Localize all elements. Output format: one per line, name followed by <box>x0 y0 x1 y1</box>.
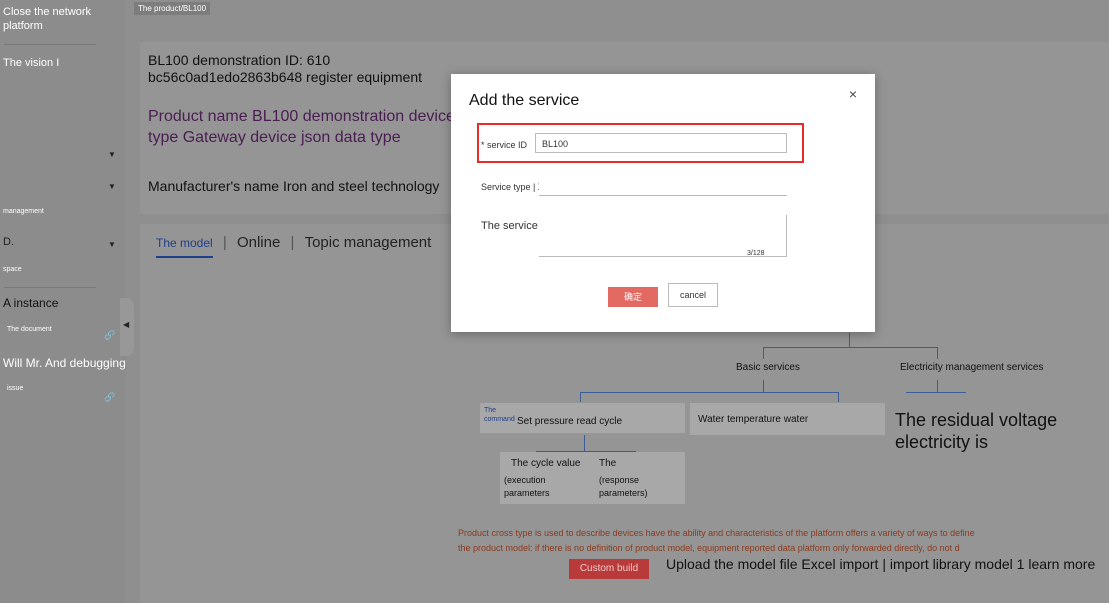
tree-connector <box>763 347 764 359</box>
command-tag: The command <box>484 407 515 423</box>
highlight-annotation <box>477 123 804 163</box>
tree-connector <box>838 392 839 402</box>
tab-online[interactable]: Online <box>237 234 280 251</box>
tab-separator: | <box>290 234 295 251</box>
manufacturer-name: Manufacturer's name Iron and steel techn… <box>148 178 440 194</box>
tree-connector <box>584 435 585 451</box>
confirm-button[interactable]: 确定 <box>608 287 658 307</box>
tree-connector <box>580 392 581 402</box>
tree-connector <box>849 333 850 347</box>
tab-bar: The model | Online | Topic management <box>156 234 437 258</box>
tree-connector <box>906 392 966 393</box>
node-electricity-services[interactable]: Electricity management services <box>900 362 1043 373</box>
sidebar: Close the network platform The vision I … <box>0 0 126 603</box>
model-description-note: Product cross type is used to describe d… <box>458 526 1109 556</box>
node-residual-voltage[interactable]: The residual voltage electricity is <box>895 409 1095 453</box>
tree-connector <box>763 347 938 348</box>
tree-connector <box>763 380 764 392</box>
custom-build-button[interactable]: Custom build <box>569 559 649 579</box>
upload-actions[interactable]: Upload the model file Excel import | imp… <box>666 556 1106 573</box>
sidebar-item-debugging[interactable]: Will Mr. And debugging <box>3 356 126 370</box>
sidebar-item-management[interactable]: management <box>3 208 44 215</box>
service-type-input[interactable] <box>539 176 787 196</box>
topbar: The product/BL100 <box>126 0 1109 30</box>
sidebar-collapse-handle[interactable]: ◀ <box>120 298 134 356</box>
device-id: BL100 demonstration ID: 610 bc56c0ad1edo… <box>148 52 422 85</box>
sidebar-item-d[interactable]: D. <box>3 236 14 248</box>
app-window: Close the network platform The vision I … <box>0 0 1109 603</box>
dialog-title: Add the service <box>469 92 580 109</box>
sidebar-item-document[interactable]: The document <box>7 326 52 333</box>
tree-connector <box>580 392 838 393</box>
sidebar-item-issue[interactable]: issue <box>7 385 23 392</box>
tree-connector <box>937 380 938 392</box>
sidebar-item-network-platform[interactable]: Close the network platform <box>3 5 113 33</box>
link-icon[interactable]: 🔗 <box>104 330 115 341</box>
node-basic-services[interactable]: Basic services <box>736 362 800 373</box>
sidebar-divider <box>4 44 96 45</box>
sidebar-divider <box>4 287 96 288</box>
node-water-temperature[interactable]: Water temperature water <box>698 414 808 425</box>
close-icon[interactable]: × <box>849 86 857 102</box>
node-cycle-value[interactable]: The cycle value <box>511 458 580 469</box>
node-set-pressure[interactable]: Set pressure read cycle <box>517 416 622 427</box>
node-execution-params: (execution parameters <box>504 475 550 498</box>
tab-topic-management[interactable]: Topic management <box>305 234 432 251</box>
note-line-2: the product model: if there is no defini… <box>458 543 960 553</box>
sidebar-item-instance[interactable]: A instance <box>3 296 58 310</box>
chevron-left-icon: ◀ <box>123 320 130 329</box>
tab-model[interactable]: The model <box>156 236 213 258</box>
tree-connector <box>937 347 938 359</box>
node-the[interactable]: The <box>599 458 616 469</box>
chevron-down-icon[interactable]: ▼ <box>108 150 116 159</box>
chevron-down-icon[interactable]: ▼ <box>108 182 116 191</box>
product-name: Product name BL100 demonstration device … <box>148 108 455 146</box>
breadcrumb[interactable]: The product/BL100 <box>134 2 211 15</box>
cancel-button[interactable]: cancel <box>668 283 718 307</box>
node-response-params: (response parameters) <box>599 475 648 498</box>
sidebar-item-vision[interactable]: The vision I <box>3 57 59 69</box>
char-counter: 3/128 <box>747 250 765 257</box>
note-line-1: Product cross type is used to describe d… <box>458 528 975 538</box>
add-service-dialog: Add the service × * service ID BL100 Ser… <box>451 74 875 332</box>
tab-separator: | <box>222 234 227 251</box>
sidebar-item-space[interactable]: space <box>3 266 22 273</box>
link-icon[interactable]: 🔗 <box>104 392 115 403</box>
chevron-down-icon[interactable]: ▼ <box>108 240 116 249</box>
